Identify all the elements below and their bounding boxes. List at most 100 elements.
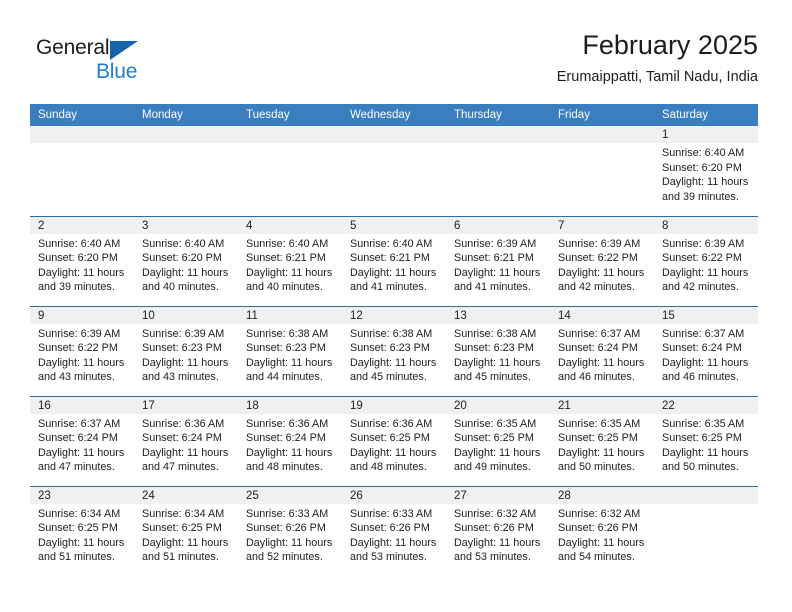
- sunrise-time: Sunrise: 6:39 AM: [662, 237, 745, 250]
- sunset-time: Sunset: 6:21 PM: [350, 252, 430, 265]
- calendar-cell-day[interactable]: 13 Sunrise: 6:38 AM Sunset: 6:23 PM Dayligh…: [446, 305, 550, 396]
- day-cell: 9 Sunrise: 6:39 AM Sunset: 6:22 PM Daylight…: [30, 306, 134, 396]
- sunset-time: Sunset: 6:26 PM: [454, 522, 534, 535]
- daylight-duration-line1: Daylight: 11 hours: [142, 446, 229, 459]
- sunset-time: Sunset: 6:24 PM: [662, 342, 742, 355]
- calendar-week-row: 1 Sunrise: 6:40 AM Sunset: 6:20 PM Daylight…: [30, 126, 758, 216]
- day-cell: 13 Sunrise: 6:38 AM Sunset: 6:23 PM Dayligh…: [446, 306, 550, 396]
- sunrise-time: Sunrise: 6:35 AM: [558, 417, 641, 430]
- calendar-cell-day[interactable]: 21 Sunrise: 6:35 AM Sunset: 6:25 PM Dayligh…: [550, 395, 654, 486]
- calendar-cell-day[interactable]: 7 Sunrise: 6:39 AM Sunset: 6:22 PM Daylight…: [550, 215, 654, 306]
- day-details: Sunrise: 6:34 AM Sunset: 6:25 PM Daylight:…: [30, 504, 134, 565]
- daylight-duration-line1: Daylight: 11 hours: [454, 536, 541, 549]
- calendar-cell-day[interactable]: 12 Sunrise: 6:38 AM Sunset: 6:23 PM Dayligh…: [342, 305, 446, 396]
- calendar-cell-day[interactable]: 11 Sunrise: 6:38 AM Sunset: 6:23 PM Dayligh…: [238, 305, 342, 396]
- sunset-time: Sunset: 6:23 PM: [454, 342, 534, 355]
- calendar-cell-day[interactable]: 27 Sunrise: 6:32 AM Sunset: 6:26 PM Dayligh…: [446, 485, 550, 576]
- day-cell: 12 Sunrise: 6:38 AM Sunset: 6:23 PM Dayligh…: [342, 306, 446, 396]
- calendar-cell-day[interactable]: 6 Sunrise: 6:39 AM Sunset: 6:21 PM Daylight…: [446, 215, 550, 306]
- daylight-duration-line2: and 51 minutes.: [38, 551, 115, 564]
- daylight-duration-line1: Daylight: 11 hours: [38, 356, 125, 369]
- calendar-cell-day[interactable]: 22 Sunrise: 6:35 AM Sunset: 6:25 PM Dayligh…: [654, 395, 758, 486]
- calendar-cell-day[interactable]: 18 Sunrise: 6:36 AM Sunset: 6:24 PM Dayligh…: [238, 395, 342, 486]
- day-details: Sunrise: 6:40 AM Sunset: 6:20 PM Daylight:…: [134, 234, 238, 295]
- sunrise-time: Sunrise: 6:37 AM: [38, 417, 121, 430]
- calendar-cell-day[interactable]: 4 Sunrise: 6:40 AM Sunset: 6:21 PM Daylight…: [238, 215, 342, 306]
- day-number: 9: [30, 306, 134, 324]
- calendar-cell-day[interactable]: 14 Sunrise: 6:37 AM Sunset: 6:24 PM Dayligh…: [550, 305, 654, 396]
- daylight-duration-line2: and 47 minutes.: [142, 461, 219, 474]
- day-details: Sunrise: 6:39 AM Sunset: 6:22 PM Daylight:…: [30, 324, 134, 385]
- daylight-duration-line2: and 39 minutes.: [662, 190, 739, 203]
- calendar-cell-empty: [30, 126, 134, 216]
- sunset-time: Sunset: 6:24 PM: [38, 432, 118, 445]
- day-cell: 24 Sunrise: 6:34 AM Sunset: 6:25 PM Dayligh…: [134, 486, 238, 576]
- daylight-duration-line1: Daylight: 11 hours: [558, 266, 645, 279]
- page-title: February 2025: [582, 30, 758, 60]
- sunrise-time: Sunrise: 6:39 AM: [38, 327, 121, 340]
- day-details: Sunrise: 6:40 AM Sunset: 6:20 PM Daylight:…: [30, 234, 134, 295]
- calendar-cell-day[interactable]: 8 Sunrise: 6:39 AM Sunset: 6:22 PM Daylight…: [654, 215, 758, 306]
- daylight-duration-line2: and 53 minutes.: [454, 551, 531, 564]
- day-number: [446, 126, 550, 143]
- calendar-cell-day[interactable]: 2 Sunrise: 6:40 AM Sunset: 6:20 PM Daylight…: [30, 215, 134, 306]
- day-number: 6: [446, 216, 550, 234]
- sunset-time: Sunset: 6:25 PM: [558, 432, 638, 445]
- sunset-time: Sunset: 6:25 PM: [38, 522, 118, 535]
- day-number: 20: [446, 396, 550, 414]
- calendar-cell-day[interactable]: 19 Sunrise: 6:36 AM Sunset: 6:25 PM Dayligh…: [342, 395, 446, 486]
- day-cell: [446, 126, 550, 215]
- calendar-cell-day[interactable]: 20 Sunrise: 6:35 AM Sunset: 6:25 PM Dayligh…: [446, 395, 550, 486]
- day-cell: [342, 126, 446, 215]
- day-details: Sunrise: 6:40 AM Sunset: 6:21 PM Daylight:…: [238, 234, 342, 295]
- sunrise-time: Sunrise: 6:40 AM: [350, 237, 433, 250]
- calendar-cell-day[interactable]: 24 Sunrise: 6:34 AM Sunset: 6:25 PM Dayligh…: [134, 485, 238, 576]
- day-number: 19: [342, 396, 446, 414]
- general-blue-logo[interactable]: General Blue: [36, 36, 166, 88]
- calendar-container: Sunday Monday Tuesday Wednesday Thursday Frid…: [30, 104, 758, 576]
- sunset-time: Sunset: 6:25 PM: [350, 432, 430, 445]
- day-details: Sunrise: 6:35 AM Sunset: 6:25 PM Daylight:…: [446, 414, 550, 475]
- daylight-duration-line2: and 48 minutes.: [350, 461, 427, 474]
- sunset-time: Sunset: 6:20 PM: [662, 161, 742, 174]
- day-details: Sunrise: 6:36 AM Sunset: 6:25 PM Daylight:…: [342, 414, 446, 475]
- daylight-duration-line2: and 45 minutes.: [350, 371, 427, 384]
- calendar-cell-day[interactable]: 17 Sunrise: 6:36 AM Sunset: 6:24 PM Dayligh…: [134, 395, 238, 486]
- daylight-duration-line2: and 39 minutes.: [38, 281, 115, 294]
- calendar-cell-day[interactable]: 16 Sunrise: 6:37 AM Sunset: 6:24 PM Dayligh…: [30, 395, 134, 486]
- daylight-duration-line2: and 43 minutes.: [142, 371, 219, 384]
- day-cell: [550, 126, 654, 215]
- calendar-cell-day[interactable]: 10 Sunrise: 6:39 AM Sunset: 6:23 PM Dayligh…: [134, 305, 238, 396]
- day-cell: 26 Sunrise: 6:33 AM Sunset: 6:26 PM Dayligh…: [342, 486, 446, 576]
- weekday-header-wednesday: Wednesday: [342, 104, 446, 126]
- calendar-cell-day[interactable]: 3 Sunrise: 6:40 AM Sunset: 6:20 PM Daylight…: [134, 215, 238, 306]
- daylight-duration-line1: Daylight: 11 hours: [246, 536, 333, 549]
- sunset-time: Sunset: 6:22 PM: [662, 252, 742, 265]
- calendar-cell-day[interactable]: 9 Sunrise: 6:39 AM Sunset: 6:22 PM Daylight…: [30, 305, 134, 396]
- sunset-time: Sunset: 6:24 PM: [558, 342, 638, 355]
- sunset-time: Sunset: 6:25 PM: [662, 432, 742, 445]
- day-number: 23: [30, 486, 134, 504]
- sunrise-time: Sunrise: 6:40 AM: [246, 237, 329, 250]
- day-details: Sunrise: 6:35 AM Sunset: 6:25 PM Daylight:…: [654, 414, 758, 475]
- calendar-cell-day[interactable]: 15 Sunrise: 6:37 AM Sunset: 6:24 PM Dayligh…: [654, 305, 758, 396]
- day-details: Sunrise: 6:34 AM Sunset: 6:25 PM Daylight:…: [134, 504, 238, 565]
- calendar-cell-day[interactable]: 25 Sunrise: 6:33 AM Sunset: 6:26 PM Dayligh…: [238, 485, 342, 576]
- calendar-cell-day[interactable]: 28 Sunrise: 6:32 AM Sunset: 6:26 PM Dayligh…: [550, 485, 654, 576]
- calendar-page: General Blue February 2025 Erumaippatti,…: [0, 0, 792, 612]
- calendar-cell-day[interactable]: 26 Sunrise: 6:33 AM Sunset: 6:26 PM Dayligh…: [342, 485, 446, 576]
- day-details: Sunrise: 6:38 AM Sunset: 6:23 PM Daylight:…: [446, 324, 550, 385]
- day-details: Sunrise: 6:36 AM Sunset: 6:24 PM Daylight:…: [238, 414, 342, 475]
- sunrise-time: Sunrise: 6:33 AM: [350, 507, 433, 520]
- day-number: 25: [238, 486, 342, 504]
- daylight-duration-line2: and 49 minutes.: [454, 461, 531, 474]
- day-number: [134, 126, 238, 143]
- calendar-cell-day[interactable]: 23 Sunrise: 6:34 AM Sunset: 6:25 PM Dayligh…: [30, 485, 134, 576]
- calendar-cell-day[interactable]: 5 Sunrise: 6:40 AM Sunset: 6:21 PM Daylight…: [342, 215, 446, 306]
- sunset-time: Sunset: 6:24 PM: [246, 432, 326, 445]
- day-details: Sunrise: 6:32 AM Sunset: 6:26 PM Daylight:…: [550, 504, 654, 565]
- daylight-duration-line2: and 42 minutes.: [662, 281, 739, 294]
- day-number: [654, 486, 758, 504]
- sunrise-time: Sunrise: 6:36 AM: [142, 417, 225, 430]
- calendar-cell-day[interactable]: 1 Sunrise: 6:40 AM Sunset: 6:20 PM Daylight…: [654, 126, 758, 216]
